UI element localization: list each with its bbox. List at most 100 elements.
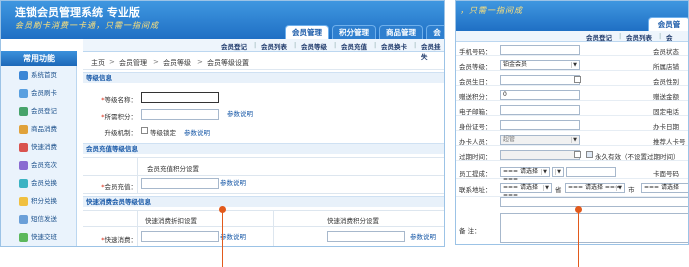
- points-help-link[interactable]: 参数说明: [227, 108, 253, 118]
- breadcrumb-current: 会员等级设置: [207, 59, 249, 67]
- district-select[interactable]: === 请选择: [641, 183, 688, 193]
- sidebar-item-label: 会员充次: [31, 161, 57, 169]
- section-recharge-level: 会员充值等级信息: [83, 143, 444, 154]
- province-suffix: 省: [555, 186, 562, 194]
- city-select[interactable]: === 请选择 === ▼: [565, 183, 625, 193]
- level-name-label-text: 等级名称：: [104, 96, 138, 104]
- card-icon: [19, 89, 28, 98]
- chevron-down-icon: ▼: [616, 185, 623, 191]
- separator: |: [334, 41, 337, 49]
- commission-amount-input[interactable]: [566, 167, 616, 177]
- sidebar-item-points-exchange[interactable]: 积分兑换: [1, 194, 77, 209]
- field-label-id-number: 身份证号：: [459, 123, 492, 131]
- level-lock-label: 等级锁定: [150, 129, 176, 137]
- sidebar-item-label: 系统首页: [31, 71, 57, 79]
- tab-more[interactable]: 会: [426, 25, 444, 39]
- quick-points-header: 快速消费积分设置: [327, 217, 379, 225]
- required-points-input[interactable]: [141, 109, 219, 120]
- sidebar: 常用功能 系统首页 会员刷卡 会员登记 商品消费 快速消费 会员充次 会员兑换 …: [1, 51, 77, 246]
- card-staff-select[interactable]: 超管 ▼: [500, 135, 580, 145]
- field-label-phone: 手机号码：: [459, 48, 492, 56]
- sidebar-item-swipe-card[interactable]: 会员刷卡: [1, 86, 77, 101]
- tab-points-management[interactable]: 积分管理: [332, 25, 376, 39]
- member-level-select[interactable]: 铂金会员 ▼: [500, 60, 580, 70]
- breadcrumb-home[interactable]: 主页: [91, 58, 105, 68]
- sidebar-item-home[interactable]: 系统首页: [1, 68, 77, 83]
- recharge-icon: [19, 161, 28, 170]
- commission-select-1[interactable]: === 请选择 === ▼: [500, 167, 550, 183]
- city-value: === 请选择 ===: [568, 184, 620, 191]
- sidebar-item-recharge-times[interactable]: 会员充次: [1, 158, 77, 173]
- form-row: 办卡人员： 超管 ▼ 推荐人卡号: [456, 134, 688, 146]
- lock-help-link[interactable]: 参数说明: [184, 127, 210, 137]
- sidebar-item-sms[interactable]: 短信发送: [1, 212, 77, 227]
- detail-address-input[interactable]: [500, 197, 688, 207]
- separator: |: [294, 41, 297, 49]
- chevron-down-icon: ▼: [571, 62, 578, 68]
- subnav-more[interactable]: 会: [666, 32, 673, 42]
- breadcrumb-member-management[interactable]: 会员管理: [119, 58, 147, 68]
- expire-time-input[interactable]: [500, 150, 580, 160]
- sidebar-item-member-exchange[interactable]: 会员兑换: [1, 176, 77, 191]
- gift-icon: [19, 197, 28, 206]
- form-row: 电子邮箱： 固定电话: [456, 104, 688, 116]
- lightning-icon: [19, 143, 28, 152]
- tab-member-management[interactable]: 会员管理: [285, 25, 329, 39]
- sidebar-item-goods-consume[interactable]: 商品消费: [1, 122, 77, 137]
- sidebar-item-shift-handover[interactable]: 快速交班: [1, 230, 77, 245]
- field-label-card-date: 办卡日期: [653, 123, 679, 131]
- sidebar-item-label: 商品消费: [31, 125, 57, 133]
- form-row: 会员生日： 会员性别: [456, 74, 688, 86]
- recharge-input[interactable]: [141, 178, 219, 189]
- subnav-member-change-card[interactable]: 会员换卡: [381, 41, 407, 51]
- panel-member-register: ，只需一指间成 会员管 会员登记 | 会员列表 | 会 手机号码： 会员状态 会…: [455, 0, 689, 245]
- subnav-member-list[interactable]: 会员列表: [626, 32, 652, 42]
- sidebar-item-label: 快速交班: [31, 233, 57, 241]
- cart-icon: [19, 125, 28, 134]
- quick-points-input[interactable]: [327, 231, 405, 242]
- calendar-icon[interactable]: [574, 76, 581, 83]
- sidebar-item-register[interactable]: 会员登记: [1, 104, 77, 119]
- tab-member-management[interactable]: 会员管: [648, 17, 688, 31]
- breadcrumb-separator: >: [197, 58, 203, 66]
- quick-discount-input[interactable]: [141, 231, 219, 242]
- breadcrumb-member-level[interactable]: 会员等级: [163, 58, 191, 68]
- field-label-remark: 备 注：: [459, 227, 481, 235]
- divider: [273, 210, 274, 246]
- sidebar-item-quick-consume[interactable]: 快速消费: [1, 140, 77, 155]
- level-name-input[interactable]: [141, 92, 219, 103]
- quick-discount-help-link[interactable]: 参数说明: [220, 231, 246, 241]
- id-number-input[interactable]: [500, 120, 580, 130]
- bonus-points-input[interactable]: 0: [500, 90, 580, 100]
- forever-valid-checkbox[interactable]: [586, 151, 593, 158]
- email-input[interactable]: [500, 105, 580, 115]
- separator: |: [414, 41, 417, 49]
- subnav-member-list[interactable]: 会员列表: [261, 41, 287, 51]
- field-label-store: 所属店铺: [653, 63, 679, 71]
- recharge-help-link[interactable]: 参数说明: [220, 177, 246, 187]
- quick-discount-header: 快速消费折扣设置: [145, 217, 197, 225]
- form-row: 会员等级： 铂金会员 ▼ 所属店铺: [456, 59, 688, 71]
- commission-select-2[interactable]: ▼: [552, 167, 564, 177]
- separator: |: [619, 32, 622, 40]
- subnav-member-level[interactable]: 会员等级: [301, 41, 327, 51]
- province-select[interactable]: === 请选择 === ▼: [500, 183, 552, 199]
- separator: |: [254, 41, 257, 49]
- remark-textarea[interactable]: [500, 213, 688, 243]
- subnav-member-register[interactable]: 会员登记: [221, 41, 247, 51]
- field-label-card-staff: 办卡人员：: [459, 138, 492, 146]
- field-label-email: 电子邮箱：: [459, 108, 492, 116]
- subnav-member-register[interactable]: 会员登记: [586, 32, 612, 42]
- tab-goods-management[interactable]: 商品管理: [379, 25, 423, 39]
- level-lock-checkbox[interactable]: [141, 127, 148, 134]
- app-title: 连锁会员管理系统 专业版: [15, 6, 140, 19]
- quick-points-help-link[interactable]: 参数说明: [410, 231, 436, 241]
- chevron-down-icon: ▼: [543, 185, 550, 191]
- phone-input[interactable]: [500, 45, 580, 55]
- callout-line: [578, 212, 579, 267]
- separator: |: [374, 41, 377, 49]
- birthday-input[interactable]: [500, 75, 580, 85]
- subnav-member-recharge[interactable]: 会员充值: [341, 41, 367, 51]
- calendar-icon[interactable]: [574, 151, 581, 158]
- field-label-member-status: 会员状态: [653, 48, 679, 56]
